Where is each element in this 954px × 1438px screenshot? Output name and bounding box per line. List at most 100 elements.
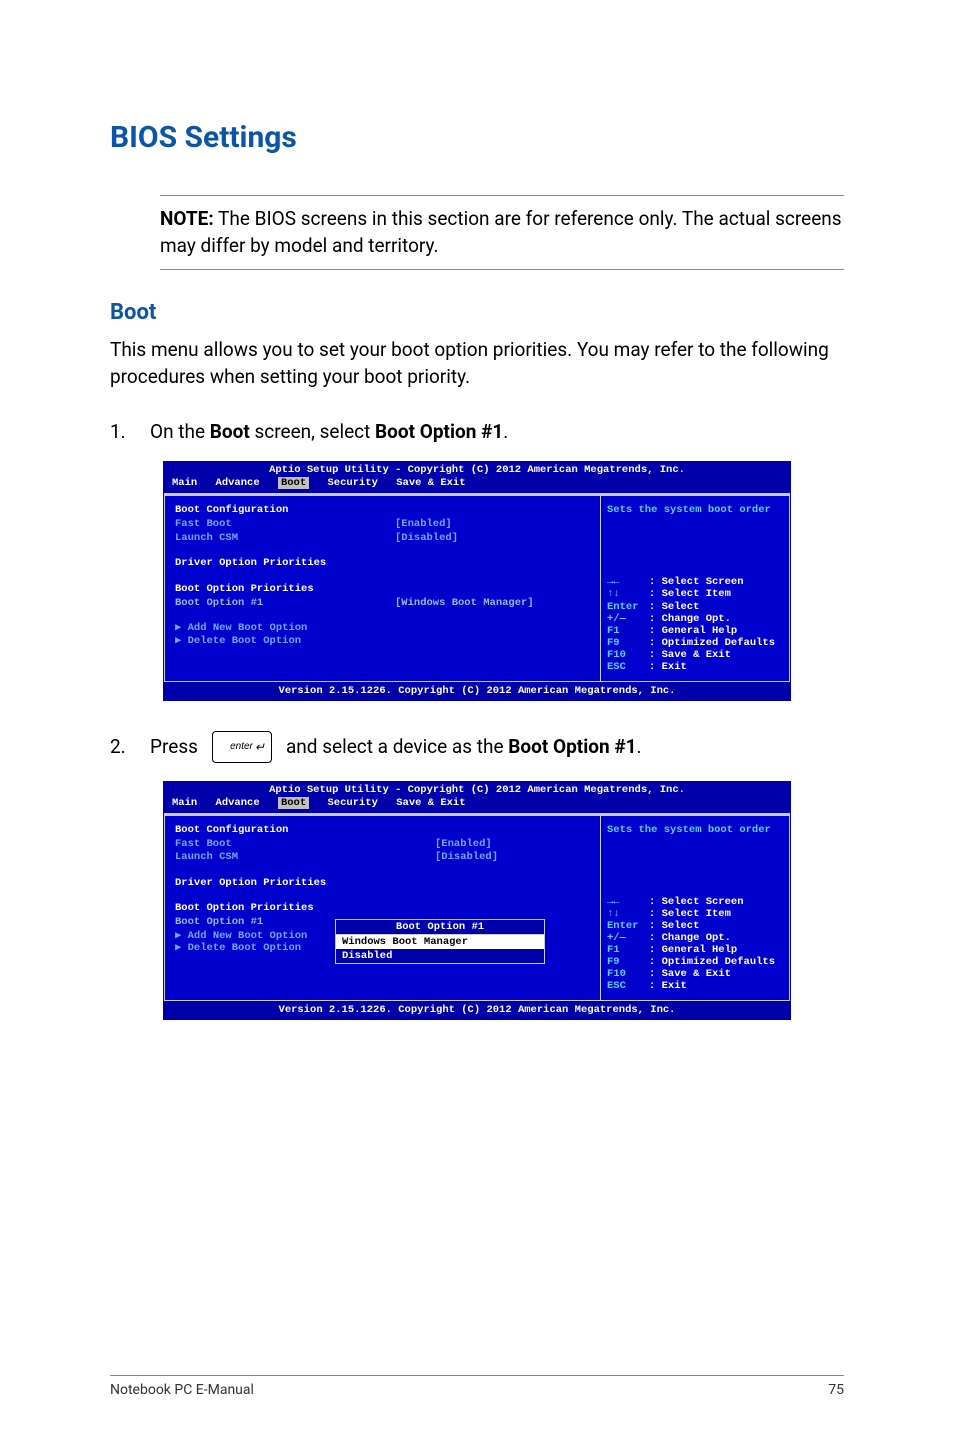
triangle-icon: ▶ xyxy=(175,930,188,942)
bios-key-f1: F1 xyxy=(607,944,649,956)
bios-key-arrows-text: : Select Screen xyxy=(649,896,744,908)
triangle-icon: ▶ xyxy=(175,942,188,954)
bios-launch-csm-value: [Disabled] xyxy=(395,532,458,546)
bios-key-f9-text: : Optimized Defaults xyxy=(649,956,775,968)
step-2: 2. Press enter↵ and select a device as t… xyxy=(110,731,844,763)
bios-tab-save-exit: Save & Exit xyxy=(396,797,465,809)
bios-tab-advance: Advance xyxy=(216,477,260,489)
bios-key-f1-text: : General Help xyxy=(649,944,737,956)
step-1-bold-boot: Boot xyxy=(210,420,250,443)
bios-key-f1-text: : General Help xyxy=(649,625,737,637)
bios-launch-csm-label: Launch CSM xyxy=(175,532,395,546)
bios-help-text: Sets the system boot order xyxy=(607,504,783,516)
bios-boot-option-1-value: [Windows Boot Manager] xyxy=(395,597,534,611)
bios-footer: Version 2.15.1226. Copyright (C) 2012 Am… xyxy=(164,1001,790,1019)
bios-right-panel: Sets the system boot order →←: Select Sc… xyxy=(600,495,790,682)
bios-tab-security: Security xyxy=(327,477,377,489)
bios-key-esc: ESC xyxy=(607,661,649,673)
step-1-bold-option: Boot Option #1 xyxy=(375,420,503,443)
bios-fast-boot-value: [Enabled] xyxy=(395,518,452,532)
bios-boot-option-priorities-label: Boot Option Priorities xyxy=(175,902,314,916)
bios-key-enter: Enter xyxy=(607,601,649,613)
enter-keycap-icon: enter↵ xyxy=(212,731,272,763)
bios-tab-boot: Boot xyxy=(278,797,309,809)
bios-screenshot-1: Aptio Setup Utility - Copyright (C) 2012… xyxy=(163,461,791,701)
bios-key-arrows: →← xyxy=(607,896,649,908)
bios-launch-csm-label: Launch CSM xyxy=(175,851,435,865)
bios-boot-configuration-label: Boot Configuration xyxy=(175,504,288,518)
bios-boot-option-popup: Boot Option #1 Windows Boot Manager Disa… xyxy=(335,919,545,964)
bios-key-enter: Enter xyxy=(607,920,649,932)
bios-popup-option-disabled: Disabled xyxy=(336,949,544,963)
bios-key-plusminus-text: : Change Opt. xyxy=(649,932,731,944)
triangle-icon: ▶ xyxy=(175,635,188,647)
bios-footer: Version 2.15.1226. Copyright (C) 2012 Am… xyxy=(164,682,790,700)
footer-doc-title: Notebook PC E-Manual xyxy=(110,1382,254,1398)
bios-key-plusminus: +/— xyxy=(607,613,649,625)
bios-tab-advance: Advance xyxy=(216,797,260,809)
bios-boot-option-1-label: Boot Option #1 xyxy=(175,597,395,611)
bios-right-panel: Sets the system boot order →←: Select Sc… xyxy=(600,815,790,1002)
step-1: 1. On the Boot screen, select Boot Optio… xyxy=(110,420,844,443)
step-2-text-d: . xyxy=(636,735,641,758)
bios-tab-boot: Boot xyxy=(278,477,309,489)
bios-key-updown-text: : Select Item xyxy=(649,588,731,600)
page-footer: Notebook PC E-Manual 75 xyxy=(110,1375,844,1398)
bios-menu-bar: Main Advance Boot Security Save & Exit xyxy=(164,796,790,813)
bios-driver-option-priorities-label: Driver Option Priorities xyxy=(175,877,326,891)
bios-launch-csm-value: [Disabled] xyxy=(435,851,498,865)
bios-help-text: Sets the system boot order xyxy=(607,824,783,836)
triangle-icon: ▶ xyxy=(175,622,188,634)
step-2-text-a: Press xyxy=(150,735,198,758)
bios-key-plusminus-text: : Change Opt. xyxy=(649,613,731,625)
footer-page-number: 75 xyxy=(828,1382,844,1398)
bios-fast-boot-label: Fast Boot xyxy=(175,518,395,532)
step-1-text-c: screen, select xyxy=(250,420,375,443)
step-1-text-e: . xyxy=(503,420,508,443)
bios-screenshot-2: Aptio Setup Utility - Copyright (C) 2012… xyxy=(163,781,791,1021)
bios-popup-title: Boot Option #1 xyxy=(336,920,544,935)
note-text: The BIOS screens in this section are for… xyxy=(160,207,842,257)
note-block: NOTE: The BIOS screens in this section a… xyxy=(160,195,844,270)
bios-add-new-boot-option: Add New Boot Option xyxy=(188,622,308,634)
bios-key-updown-text: : Select Item xyxy=(649,908,731,920)
bios-tab-main: Main xyxy=(172,477,197,489)
bios-popup-option-windows: Windows Boot Manager xyxy=(336,935,544,949)
step-2-number: 2. xyxy=(110,735,140,758)
step-1-text-a: On the xyxy=(150,420,210,443)
bios-left-panel: Boot Configuration Fast Boot [Enabled] L… xyxy=(164,815,600,1002)
bios-key-updown: ↑↓ xyxy=(607,908,649,920)
bios-key-f9: F9 xyxy=(607,956,649,968)
bios-key-esc-text: : Exit xyxy=(649,980,687,992)
bios-key-arrows-text: : Select Screen xyxy=(649,576,744,588)
bios-key-enter-text: : Select xyxy=(649,920,699,932)
bios-key-arrows: →← xyxy=(607,576,649,588)
bios-key-f1: F1 xyxy=(607,625,649,637)
heading-bios-settings: BIOS Settings xyxy=(110,120,844,155)
bios-tab-security: Security xyxy=(327,797,377,809)
step-2-bold-option: Boot Option #1 xyxy=(508,735,636,758)
step-1-number: 1. xyxy=(110,420,140,443)
bios-title-bar: Aptio Setup Utility - Copyright (C) 2012… xyxy=(164,782,790,796)
bios-key-plusminus: +/— xyxy=(607,932,649,944)
step-2-text-b: and select a device as the xyxy=(286,735,508,758)
bios-key-f10-text: : Save & Exit xyxy=(649,968,731,980)
bios-left-panel: Boot Configuration Fast Boot [Enabled] L… xyxy=(164,495,600,682)
bios-boot-option-priorities-label: Boot Option Priorities xyxy=(175,583,314,597)
bios-key-f10: F10 xyxy=(607,968,649,980)
bios-driver-option-priorities-label: Driver Option Priorities xyxy=(175,557,326,571)
bios-key-f10: F10 xyxy=(607,649,649,661)
bios-boot-configuration-label: Boot Configuration xyxy=(175,824,288,838)
bios-key-enter-text: : Select xyxy=(649,601,699,613)
bios-key-esc: ESC xyxy=(607,980,649,992)
bios-tab-save-exit: Save & Exit xyxy=(396,477,465,489)
bios-delete-boot-option: Delete Boot Option xyxy=(188,942,301,954)
bios-key-f9: F9 xyxy=(607,637,649,649)
note-label: NOTE: xyxy=(160,207,214,230)
intro-paragraph: This menu allows you to set your boot op… xyxy=(110,337,844,390)
bios-menu-bar: Main Advance Boot Security Save & Exit xyxy=(164,476,790,493)
bios-fast-boot-label: Fast Boot xyxy=(175,838,435,852)
bios-key-updown: ↑↓ xyxy=(607,588,649,600)
bios-delete-boot-option: Delete Boot Option xyxy=(188,635,301,647)
heading-boot: Boot xyxy=(110,300,844,325)
